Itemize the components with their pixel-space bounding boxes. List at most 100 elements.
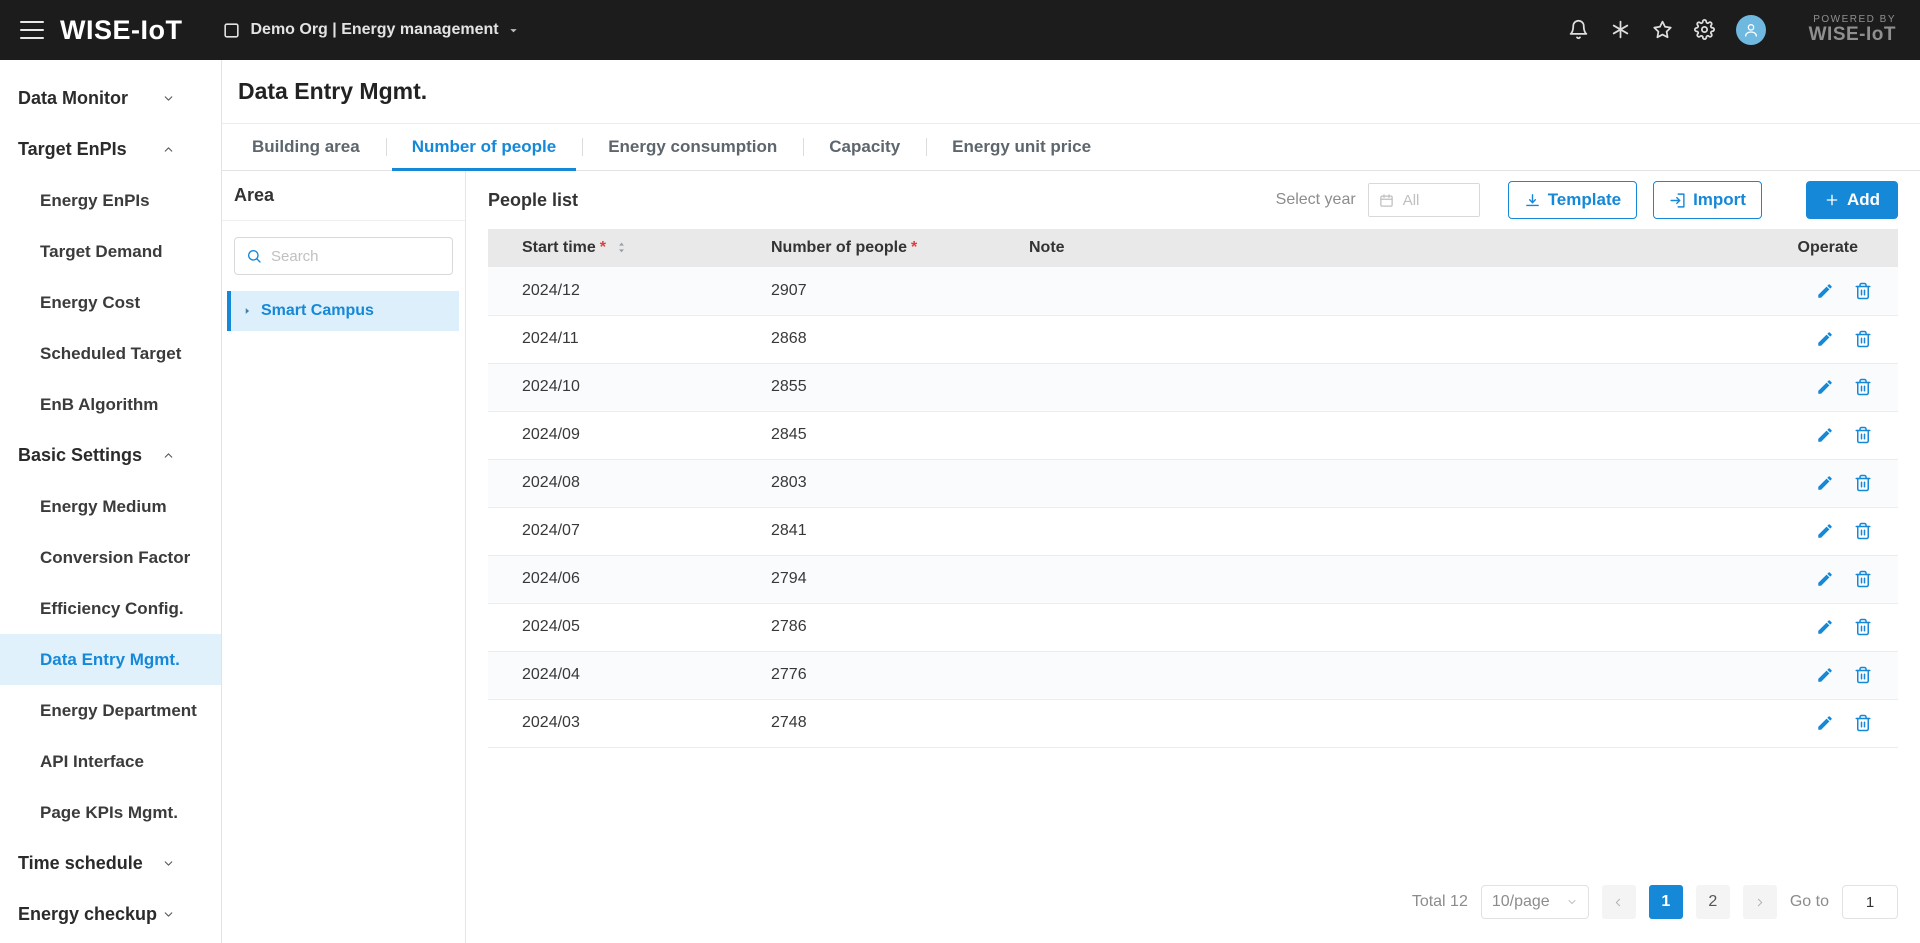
tree-item-smart-campus[interactable]: Smart Campus xyxy=(227,291,459,331)
table-row: 2024/10 2855 xyxy=(488,363,1898,411)
select-year-label: Select year xyxy=(1276,191,1356,209)
settings-icon[interactable] xyxy=(1694,19,1715,40)
sidebar-item-efficiency-config[interactable]: Efficiency Config. xyxy=(0,583,221,634)
area-panel-title: Area xyxy=(222,171,465,221)
page-size-select[interactable]: 10/page xyxy=(1481,885,1589,919)
delete-icon[interactable] xyxy=(1854,426,1872,444)
cell-count: 2868 xyxy=(771,315,1029,363)
next-page-button[interactable] xyxy=(1743,885,1777,919)
template-button[interactable]: Template xyxy=(1508,181,1637,219)
edit-icon[interactable] xyxy=(1816,618,1834,636)
delete-icon[interactable] xyxy=(1854,714,1872,732)
org-label: Demo Org | Energy management xyxy=(250,21,498,39)
import-button-label: Import xyxy=(1693,190,1746,210)
goto-page-input[interactable] xyxy=(1842,885,1898,919)
cell-start-time: 2024/10 xyxy=(488,363,771,411)
chevron-down-icon xyxy=(162,92,175,105)
chevron-down-icon xyxy=(162,857,175,870)
org-selector[interactable]: Demo Org | Energy management xyxy=(222,21,518,40)
cell-operate xyxy=(1748,363,1898,411)
edit-icon[interactable] xyxy=(1816,666,1834,684)
sidebar-item-api-interface[interactable]: API Interface xyxy=(0,736,221,787)
sidebar-section-target-enpis[interactable]: Target EnPIs xyxy=(0,124,221,175)
cell-start-time: 2024/03 xyxy=(488,699,771,747)
import-button[interactable]: Import xyxy=(1653,181,1762,219)
cell-start-time: 2024/05 xyxy=(488,603,771,651)
cell-note xyxy=(1029,651,1748,699)
sidebar-section-data-monitor[interactable]: Data Monitor xyxy=(0,73,221,124)
cell-operate xyxy=(1748,699,1898,747)
powered-by: POWERED BY WISE-IoT xyxy=(1809,14,1896,46)
sidebar-item-enb-algorithm[interactable]: EnB Algorithm xyxy=(0,379,221,430)
avatar[interactable] xyxy=(1736,15,1766,45)
delete-icon[interactable] xyxy=(1854,330,1872,348)
edit-icon[interactable] xyxy=(1816,474,1834,492)
tab-building-area[interactable]: Building area xyxy=(226,124,386,170)
year-value: All xyxy=(1403,192,1420,209)
required-marker: * xyxy=(911,239,917,256)
user-icon xyxy=(1743,22,1759,38)
sidebar-section-time-schedule[interactable]: Time schedule xyxy=(0,838,221,889)
sidebar-section-basic-settings[interactable]: Basic Settings xyxy=(0,430,221,481)
cell-operate xyxy=(1748,603,1898,651)
cell-note xyxy=(1029,315,1748,363)
year-select[interactable]: All xyxy=(1368,183,1480,217)
table-row: 2024/05 2786 xyxy=(488,603,1898,651)
tree-item-label: Smart Campus xyxy=(261,302,374,320)
search-input[interactable] xyxy=(271,248,441,265)
menu-icon[interactable] xyxy=(20,21,44,39)
sidebar-item-conversion-factor[interactable]: Conversion Factor xyxy=(0,532,221,583)
list-controls: Select year All Template Import xyxy=(1276,181,1898,219)
sidebar-section-energy-checkup[interactable]: Energy checkup xyxy=(0,889,221,940)
table-row: 2024/06 2794 xyxy=(488,555,1898,603)
table-row: 2024/04 2776 xyxy=(488,651,1898,699)
sparkle-icon[interactable] xyxy=(1610,19,1631,40)
notifications-icon[interactable] xyxy=(1568,19,1589,40)
content: Area Smart Campus People list Select yea… xyxy=(222,171,1920,943)
sidebar-item-energy-cost[interactable]: Energy Cost xyxy=(0,277,221,328)
delete-icon[interactable] xyxy=(1854,570,1872,588)
chevron-down-icon xyxy=(162,908,175,921)
add-button[interactable]: Add xyxy=(1806,181,1898,219)
cell-note xyxy=(1029,459,1748,507)
delete-icon[interactable] xyxy=(1854,378,1872,396)
edit-icon[interactable] xyxy=(1816,426,1834,444)
edit-icon[interactable] xyxy=(1816,330,1834,348)
favorites-icon[interactable] xyxy=(1652,19,1673,40)
edit-icon[interactable] xyxy=(1816,378,1834,396)
prev-page-button[interactable] xyxy=(1602,885,1636,919)
cell-start-time: 2024/09 xyxy=(488,411,771,459)
cell-start-time: 2024/06 xyxy=(488,555,771,603)
sidebar-item-energy-medium[interactable]: Energy Medium xyxy=(0,481,221,532)
page-button-2[interactable]: 2 xyxy=(1696,885,1730,919)
sidebar-item-energy-enpis[interactable]: Energy EnPIs xyxy=(0,175,221,226)
cell-count: 2907 xyxy=(771,267,1029,315)
people-table: Start time* Number of people* Note Opera… xyxy=(488,229,1898,748)
tab-number-of-people[interactable]: Number of people xyxy=(386,124,583,170)
delete-icon[interactable] xyxy=(1854,618,1872,636)
edit-icon[interactable] xyxy=(1816,714,1834,732)
sidebar-item-scheduled-target[interactable]: Scheduled Target xyxy=(0,328,221,379)
section-label: Time schedule xyxy=(18,853,143,874)
edit-icon[interactable] xyxy=(1816,522,1834,540)
table-row: 2024/07 2841 xyxy=(488,507,1898,555)
sort-icon[interactable] xyxy=(615,241,628,254)
section-label: Basic Settings xyxy=(18,445,142,466)
edit-icon[interactable] xyxy=(1816,570,1834,588)
sidebar-item-energy-department[interactable]: Energy Department xyxy=(0,685,221,736)
delete-icon[interactable] xyxy=(1854,474,1872,492)
tab-energy-unit-price[interactable]: Energy unit price xyxy=(926,124,1117,170)
sidebar-item-target-demand[interactable]: Target Demand xyxy=(0,226,221,277)
delete-icon[interactable] xyxy=(1854,282,1872,300)
sidebar-item-page-kpis-mgmt[interactable]: Page KPIs Mgmt. xyxy=(0,787,221,838)
search-icon xyxy=(246,248,262,264)
page-button-1[interactable]: 1 xyxy=(1649,885,1683,919)
tab-energy-consumption[interactable]: Energy consumption xyxy=(582,124,803,170)
delete-icon[interactable] xyxy=(1854,522,1872,540)
delete-icon[interactable] xyxy=(1854,666,1872,684)
edit-icon[interactable] xyxy=(1816,282,1834,300)
tab-capacity[interactable]: Capacity xyxy=(803,124,926,170)
sidebar-item-data-entry-mgmt[interactable]: Data Entry Mgmt. xyxy=(0,634,221,685)
template-button-label: Template xyxy=(1548,190,1621,210)
page-header: Data Entry Mgmt. xyxy=(222,60,1920,124)
